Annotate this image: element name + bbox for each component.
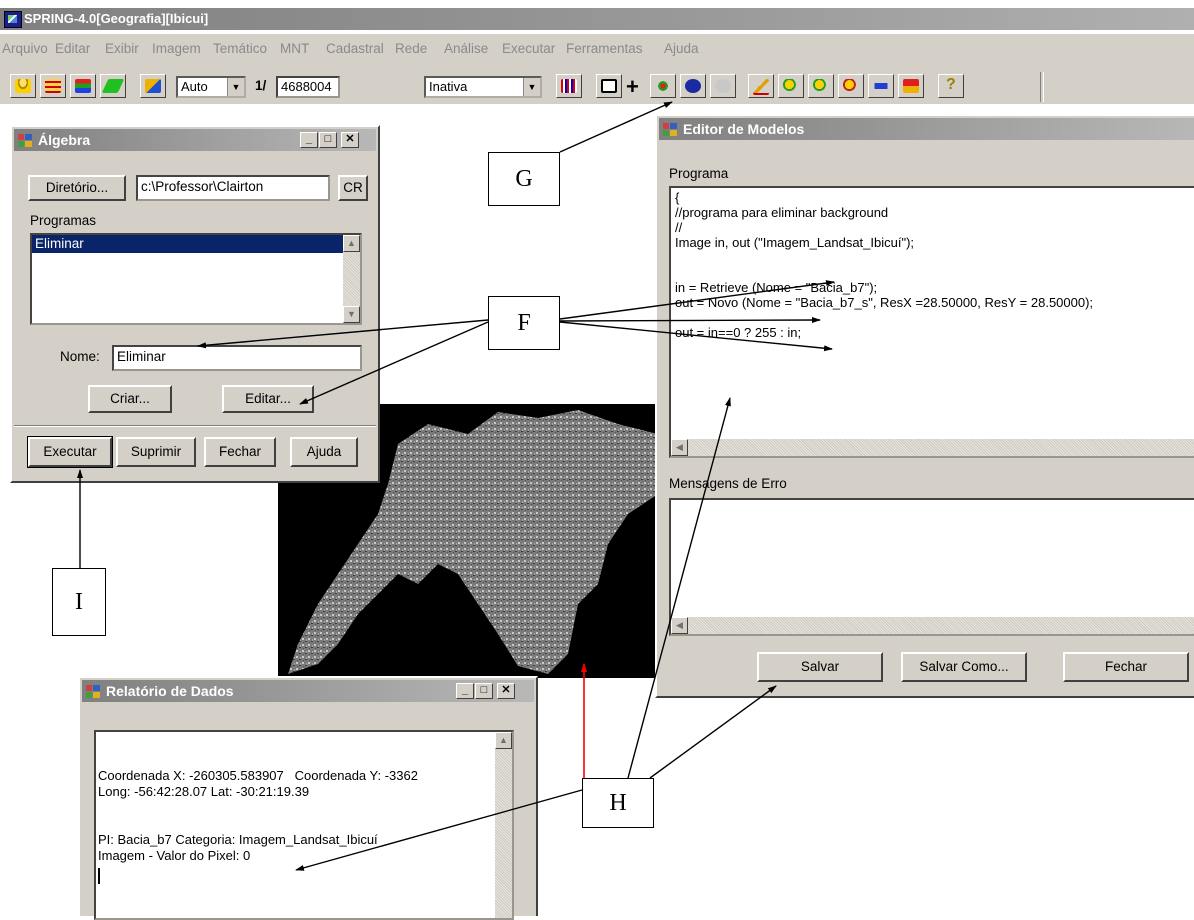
label-i: I <box>52 568 106 636</box>
label-f: F <box>488 296 560 350</box>
label-h: H <box>582 778 654 828</box>
label-g: G <box>488 152 560 206</box>
annotation-arrows <box>77 101 835 871</box>
